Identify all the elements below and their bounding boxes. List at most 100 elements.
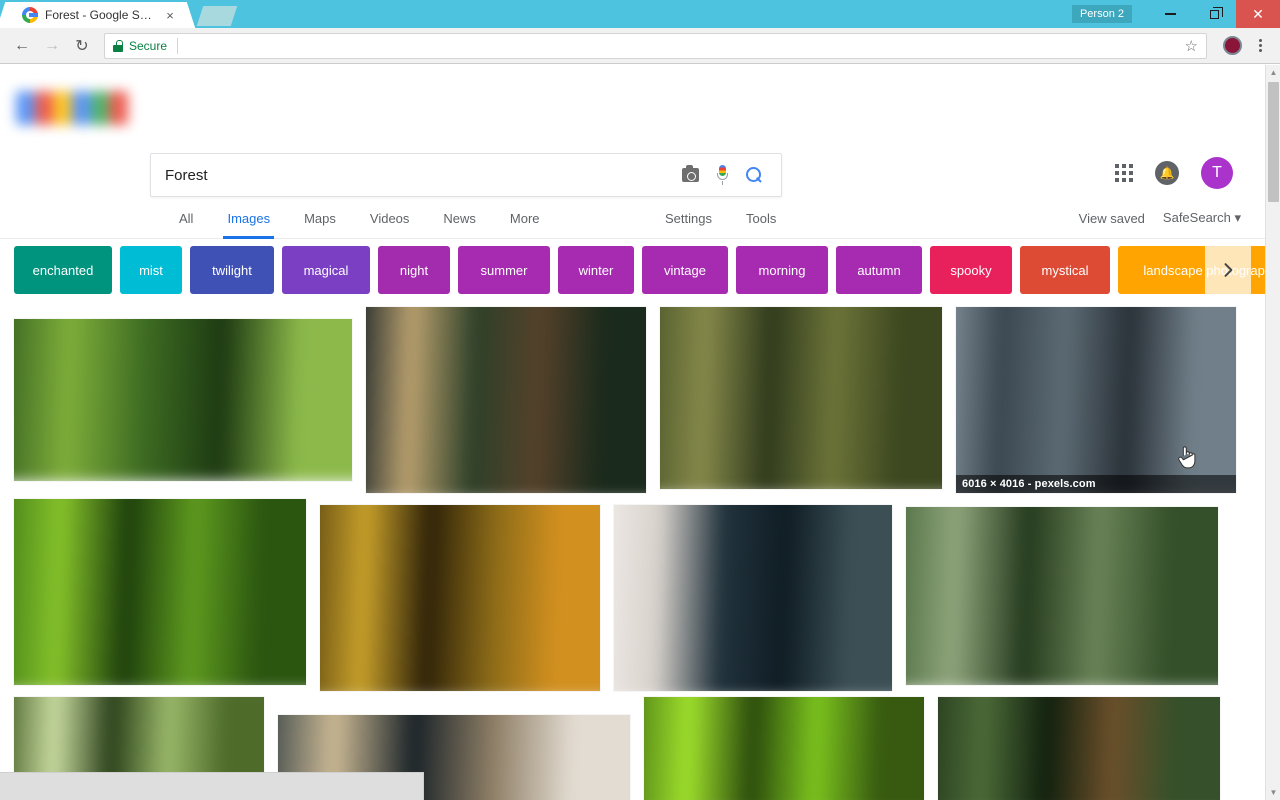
browser-toolbar: ← → ↻ Secure ☆: [0, 28, 1280, 64]
forward-icon[interactable]: →: [38, 32, 66, 60]
tab-more[interactable]: More: [493, 197, 557, 239]
record-dot-icon[interactable]: [1223, 36, 1242, 55]
status-bar: [0, 772, 424, 800]
thumbnail-image: [956, 307, 1236, 493]
security-label: Secure: [129, 38, 168, 53]
safesearch-dropdown[interactable]: SafeSearch ▾: [1163, 210, 1241, 226]
thumbnail-frame: [14, 319, 352, 481]
image-result-forest-golden-autumn[interactable]: [320, 505, 600, 691]
page-viewport: Forest 🔔 T All Images Maps Videos News More S…: [0, 65, 1280, 800]
chip-winter[interactable]: winter: [558, 246, 634, 294]
thumbnail-frame: [14, 499, 306, 685]
chip-autumn[interactable]: autumn: [836, 246, 922, 294]
google-header: Forest 🔔 T: [0, 65, 1265, 197]
close-icon[interactable]: ×: [162, 7, 178, 23]
chip-magical[interactable]: magical: [282, 246, 370, 294]
bookmark-star-icon[interactable]: ☆: [1185, 37, 1198, 55]
chip-twilight[interactable]: twilight: [190, 246, 274, 294]
thumbnail-image: [614, 505, 892, 691]
tab-images[interactable]: Images: [210, 197, 287, 239]
avatar[interactable]: T: [1201, 157, 1233, 189]
thumbnail-frame: [614, 505, 892, 691]
tab-all[interactable]: All: [162, 197, 210, 239]
omnibox-divider: [177, 37, 179, 54]
chip-enchanted[interactable]: enchanted: [14, 246, 112, 294]
chip-vintage[interactable]: vintage: [642, 246, 728, 294]
thumbnail-image: [14, 499, 306, 685]
image-result-forest-fog-pines[interactable]: [614, 505, 892, 691]
image-results-grid: 6016 × 4016 - pexels.com: [0, 301, 1265, 800]
google-logo[interactable]: [16, 89, 129, 127]
settings-button[interactable]: Settings: [648, 197, 729, 239]
window-controls: Person 2 ✕: [1071, 0, 1280, 28]
tab-news[interactable]: News: [426, 197, 493, 239]
image-result-forest-misty-pines[interactable]: 6016 × 4016 - pexels.com: [956, 307, 1236, 493]
person-badge[interactable]: Person 2: [1071, 5, 1132, 23]
page-scrollbar[interactable]: ▲ ▼: [1265, 65, 1280, 800]
search-input[interactable]: Forest: [165, 167, 671, 184]
chevron-right-icon[interactable]: [1205, 246, 1251, 294]
minimize-button[interactable]: [1148, 0, 1192, 28]
reload-icon[interactable]: ↻: [68, 32, 96, 60]
kebab-menu-icon[interactable]: [1250, 39, 1270, 52]
chip-night[interactable]: night: [378, 246, 450, 294]
image-result-forest-green-blurred[interactable]: [14, 319, 352, 481]
browser-tab-active[interactable]: Forest - Google Search ×: [8, 2, 184, 28]
thumbnail-image: [644, 697, 924, 800]
new-tab-button[interactable]: [196, 6, 238, 26]
image-row: [14, 499, 1251, 691]
thumbnail-image: [938, 697, 1220, 800]
microphone-icon[interactable]: [709, 162, 735, 188]
thumbnail-image: [366, 307, 646, 493]
chip-summer[interactable]: summer: [458, 246, 550, 294]
chip-mystical[interactable]: mystical: [1020, 246, 1110, 294]
account-area: 🔔 T: [1115, 157, 1233, 189]
search-nav-right: View saved SafeSearch ▾: [1079, 197, 1241, 239]
tab-maps[interactable]: Maps: [287, 197, 353, 239]
image-result-forest-dark-path[interactable]: [366, 307, 646, 493]
title-bar: Forest - Google Search × Person 2 ✕: [0, 0, 1280, 28]
tab-strip: Forest - Google Search ×: [0, 0, 238, 28]
close-window-button[interactable]: ✕: [1236, 0, 1280, 28]
tab-videos[interactable]: Videos: [353, 197, 427, 239]
chrome-browser-window: Forest - Google Search × Person 2 ✕ ← → …: [0, 0, 1280, 800]
image-result-forest-dark-mossy[interactable]: [938, 697, 1220, 800]
thumbnail-image: [320, 505, 600, 691]
thumbnail-image: [906, 507, 1218, 685]
image-result-forest-green-trunks[interactable]: [906, 507, 1218, 685]
image-result-forest-vivid-green[interactable]: [14, 499, 306, 685]
scrollbar-thumb[interactable]: [1268, 82, 1279, 202]
chip-spooky[interactable]: spooky: [930, 246, 1012, 294]
search-type-tabs: All Images Maps Videos News More: [162, 197, 557, 239]
address-bar[interactable]: Secure ☆: [104, 32, 1207, 59]
image-result-forest-canopy-olive[interactable]: [660, 307, 942, 489]
thumbnail-frame: [660, 307, 942, 489]
image-result-forest-lime-bamboo[interactable]: [644, 697, 924, 800]
chip-morning[interactable]: morning: [736, 246, 828, 294]
view-saved-link[interactable]: View saved: [1079, 211, 1145, 226]
thumbnail-image: [660, 307, 942, 489]
thumbnail-image: [14, 319, 352, 481]
camera-icon[interactable]: [677, 162, 703, 188]
search-tools: Settings Tools: [648, 197, 793, 239]
scroll-up-arrow[interactable]: ▲: [1266, 65, 1280, 80]
google-images-page: Forest 🔔 T All Images Maps Videos News More S…: [0, 65, 1265, 800]
tools-button[interactable]: Tools: [729, 197, 793, 239]
search-icon[interactable]: [741, 162, 767, 188]
back-icon[interactable]: ←: [8, 32, 36, 60]
bell-icon[interactable]: 🔔: [1155, 161, 1179, 185]
apps-grid-icon[interactable]: [1115, 164, 1133, 182]
thumbnail-frame: [938, 697, 1220, 800]
maximize-button[interactable]: [1192, 0, 1236, 28]
search-box[interactable]: Forest: [150, 153, 782, 197]
thumbnail-frame: 6016 × 4016 - pexels.com: [956, 307, 1236, 493]
scroll-down-arrow[interactable]: ▼: [1266, 785, 1280, 800]
search-nav-bar: All Images Maps Videos News More Settings Tool…: [0, 197, 1265, 239]
related-search-chips: enchanted mist twilight magical night summer w…: [0, 239, 1265, 301]
google-g-icon: [22, 7, 38, 23]
lock-icon: [113, 39, 123, 52]
thumbnail-frame: [366, 307, 646, 493]
tab-title: Forest - Google Search: [45, 8, 155, 22]
chip-mist[interactable]: mist: [120, 246, 182, 294]
thumbnail-frame: [906, 507, 1218, 685]
